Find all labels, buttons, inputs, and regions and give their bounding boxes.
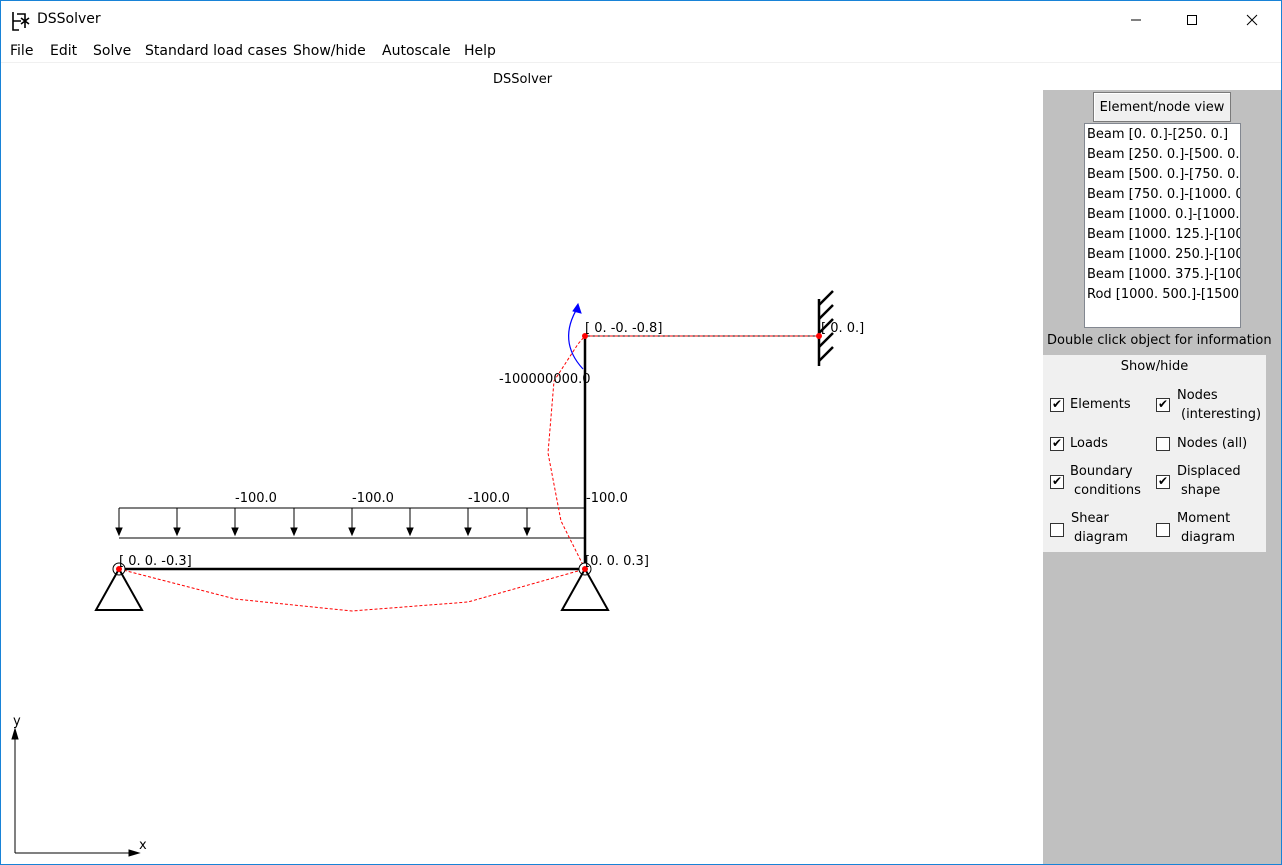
moment-diagram-label: Moment [1177,511,1231,526]
element-listbox[interactable]: Beam [0. 0.]-[250. 0.] Beam [250. 0.]-[5… [1084,123,1241,328]
close-button[interactable] [1223,1,1281,39]
elements-label: Elements [1070,397,1131,412]
structure-canvas[interactable]: DSSolver -100.0 -100.0 -100.0 -100.0 -10… [1,63,1043,864]
menu-solve[interactable]: Solve [93,43,131,59]
list-item[interactable]: Beam [0. 0.]-[250. 0.] [1087,127,1228,142]
boundary-conditions-label: conditions [1074,483,1141,498]
elements-checkbox[interactable]: ✔ [1050,397,1064,412]
x-axis-label: x [139,838,147,853]
node-label: [ 0. 0.] [821,321,864,336]
moment-label: -100000000.0 [499,372,591,387]
check-icon: ✔ [1052,397,1063,411]
coordinate-axes [11,727,141,857]
load-label: -100.0 [235,491,277,506]
menu-file[interactable]: File [10,43,33,59]
show-hide-group: Show/hide ✔ Elements ✔ Nodes (interestin… [1043,355,1266,552]
check-icon: ✔ [1158,474,1169,488]
nodes-interesting-checkbox[interactable]: ✔ [1156,397,1170,412]
moment-diagram-checkbox[interactable] [1156,523,1170,537]
menu-autoscale[interactable]: Autoscale [382,43,451,59]
load-arrows [115,508,531,537]
list-item[interactable]: Beam [250. 0.]-[500. 0.] [1087,147,1240,162]
maximize-button[interactable] [1163,1,1221,39]
list-item[interactable]: Beam [1000. 250.]-[1000. 375.] [1087,247,1240,262]
loads-label: Loads [1070,436,1108,451]
info-hint: Double click object for information [1047,333,1272,348]
check-icon: ✔ [1158,397,1169,411]
moment-diagram-label: diagram [1181,530,1236,545]
check-icon: ✔ [1052,436,1063,450]
moment-load[interactable] [568,302,584,370]
y-axis-label: y [13,714,21,729]
list-item[interactable]: Beam [1000. 375.]-[1000. 500.] [1087,267,1240,282]
canvas-title: DSSolver [493,72,553,87]
menu-show-hide[interactable]: Show/hide [293,43,366,59]
shear-diagram-checkbox[interactable] [1050,523,1064,537]
boundary-conditions-label: Boundary [1070,464,1133,479]
node-label: [ 0. -0. -0.8] [585,321,662,336]
list-item[interactable]: Rod [1000. 500.]-[1500. 500.] [1087,287,1240,302]
menu-bar: File Edit Solve Standard load cases Show… [1,40,1281,63]
list-item[interactable]: Beam [1000. 125.]-[1000. 250.] [1087,227,1240,242]
nodes-all-label: Nodes (all) [1177,436,1248,451]
nodes-all-checkbox[interactable] [1156,437,1170,451]
load-label: -100.0 [468,491,510,506]
list-item[interactable]: Beam [500. 0.]-[750. 0.] [1087,167,1240,182]
minimize-icon [1131,19,1141,21]
maximize-icon [1187,15,1197,25]
list-item[interactable]: Beam [750. 0.]-[1000. 0.] [1087,187,1240,202]
menu-edit[interactable]: Edit [50,43,77,59]
distributed-load[interactable] [115,507,585,539]
nodes-interesting-label: (interesting) [1181,407,1262,422]
close-icon [1246,14,1258,26]
boundary-conditions-checkbox[interactable]: ✔ [1050,474,1064,489]
app-window: DSSolver File Edit Solve Standard load c… [0,0,1282,865]
side-panel: Element/node view Beam [0. 0.]-[250. 0.]… [1043,90,1281,864]
app-logo-icon [12,12,30,31]
shear-diagram-label: Shear [1071,511,1109,526]
node-label: [ 0. 0. -0.3] [119,554,192,569]
title-bar: DSSolver [1,1,1281,39]
window-title: DSSolver [37,11,101,27]
displaced-shape-label: shape [1181,483,1221,498]
displaced-shape-checkbox[interactable]: ✔ [1156,474,1170,489]
element-node-view-button[interactable]: Element/node view [1093,92,1231,122]
displaced-shape-label: Displaced [1177,464,1241,479]
check-icon: ✔ [1052,474,1063,488]
load-label: -100.0 [352,491,394,506]
node-label: [0. 0. 0.3] [585,554,649,569]
list-item[interactable]: Beam [1000. 0.]-[1000. 125.] [1087,207,1240,222]
loads-checkbox[interactable]: ✔ [1050,436,1064,451]
minimize-button[interactable] [1107,1,1165,39]
menu-standard-load-cases[interactable]: Standard load cases [145,43,287,59]
shear-diagram-label: diagram [1074,530,1129,545]
load-label: -100.0 [586,491,628,506]
show-hide-title: Show/hide [1120,359,1189,374]
nodes-interesting-label: Nodes [1177,388,1218,403]
menu-help[interactable]: Help [464,43,496,59]
